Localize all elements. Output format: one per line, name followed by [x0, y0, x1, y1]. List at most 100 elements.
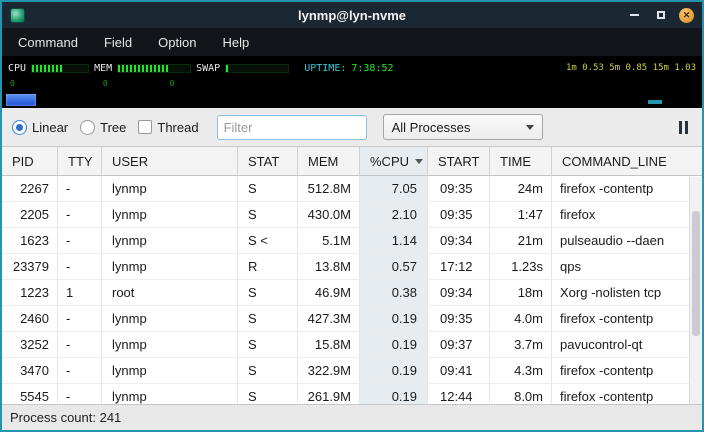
cell-stat: R: [238, 254, 298, 279]
cell-cpu: 0.57: [360, 254, 428, 279]
cell-pid: 23379: [2, 254, 58, 279]
cell-user: lynmp: [102, 358, 238, 383]
header-stat[interactable]: STAT: [238, 147, 298, 175]
cell-tty: -: [58, 176, 102, 201]
cell-user: lynmp: [102, 202, 238, 227]
cell-stat: S: [238, 176, 298, 201]
mem-label: MEM: [94, 63, 112, 74]
table-header: PID TTY USER STAT MEM %CPU START TIME CO…: [2, 146, 702, 176]
cell-mem: 15.8M: [298, 332, 360, 357]
cell-time: 3.7m: [490, 332, 552, 357]
radio-selected-icon: [12, 120, 27, 135]
cell-start: 09:35: [428, 176, 490, 201]
statusbar: Process count: 241: [2, 404, 702, 430]
close-button[interactable]: ✕: [679, 8, 694, 23]
controls-bar: Linear Tree Thread All Processes: [2, 108, 702, 146]
cell-stat: S <: [238, 228, 298, 253]
cell-stat: S: [238, 280, 298, 305]
process-table: PID TTY USER STAT MEM %CPU START TIME CO…: [2, 146, 702, 404]
menu-help[interactable]: Help: [222, 35, 249, 50]
cell-command-line: qps: [552, 254, 702, 279]
scrollbar-thumb[interactable]: [692, 211, 700, 336]
cell-time: 18m: [490, 280, 552, 305]
pause-button[interactable]: [675, 119, 692, 136]
table-row[interactable]: 5545 - lynmp S 261.9M 0.19 12:44 8.0m fi…: [2, 384, 702, 404]
cell-user: lynmp: [102, 254, 238, 279]
cell-mem: 46.9M: [298, 280, 360, 305]
table-row[interactable]: 2267 - lynmp S 512.8M 7.05 09:35 24m fir…: [2, 176, 702, 202]
minimize-button[interactable]: [627, 8, 642, 23]
cell-start: 12:44: [428, 384, 490, 404]
mem-bar: [117, 64, 191, 73]
linear-radio[interactable]: Linear: [12, 120, 68, 135]
table-row[interactable]: 1223 1 root S 46.9M 0.38 09:34 18m Xorg …: [2, 280, 702, 306]
header-mem[interactable]: MEM: [298, 147, 360, 175]
header-start[interactable]: START: [428, 147, 490, 175]
restore-button[interactable]: [653, 8, 668, 23]
header-tty[interactable]: TTY: [58, 147, 102, 175]
swap-bar: [225, 64, 289, 73]
menu-field[interactable]: Field: [104, 35, 132, 50]
cell-mem: 512.8M: [298, 176, 360, 201]
cell-start: 09:34: [428, 280, 490, 305]
titlebar[interactable]: lynmp@lyn-nvme ✕: [2, 2, 702, 28]
tree-radio[interactable]: Tree: [80, 120, 126, 135]
table-row[interactable]: 2205 - lynmp S 430.0M 2.10 09:35 1:47 fi…: [2, 202, 702, 228]
table-row[interactable]: 2460 - lynmp S 427.3M 0.19 09:35 4.0m fi…: [2, 306, 702, 332]
menu-command[interactable]: Command: [18, 35, 78, 50]
process-scope-select[interactable]: All Processes: [383, 114, 543, 140]
thread-label: Thread: [157, 120, 198, 135]
cell-command-line: Xorg -nolisten tcp: [552, 280, 702, 305]
cell-cpu: 7.05: [360, 176, 428, 201]
cell-mem: 427.3M: [298, 306, 360, 331]
table-row[interactable]: 3470 - lynmp S 322.9M 0.19 09:41 4.3m fi…: [2, 358, 702, 384]
header-time[interactable]: TIME: [490, 147, 552, 175]
table-row[interactable]: 3252 - lynmp S 15.8M 0.19 09:37 3.7m pav…: [2, 332, 702, 358]
header-user[interactable]: USER: [102, 147, 238, 175]
load-graph[interactable]: [6, 94, 36, 106]
header-command-line[interactable]: COMMAND_LINE: [552, 147, 702, 175]
cell-pid: 2460: [2, 306, 58, 331]
cell-tty: -: [58, 228, 102, 253]
process-scope-value: All Processes: [392, 120, 471, 135]
filter-input[interactable]: [217, 115, 367, 140]
cell-pid: 2267: [2, 176, 58, 201]
cell-cpu: 0.19: [360, 306, 428, 331]
cell-tty: -: [58, 358, 102, 383]
cell-tty: 1: [58, 280, 102, 305]
cell-time: 4.3m: [490, 358, 552, 383]
tree-label: Tree: [100, 120, 126, 135]
cell-user: lynmp: [102, 228, 238, 253]
window-buttons: ✕: [627, 8, 694, 23]
cpu-bar: [31, 64, 89, 73]
cell-stat: S: [238, 306, 298, 331]
menu-option[interactable]: Option: [158, 35, 196, 50]
cell-cpu: 0.19: [360, 384, 428, 404]
cpu-label: CPU: [8, 63, 26, 74]
cell-start: 09:34: [428, 228, 490, 253]
restore-icon: [657, 11, 665, 19]
cell-user: lynmp: [102, 306, 238, 331]
table-row[interactable]: 1623 - lynmp S < 5.1M 1.14 09:34 21m pul…: [2, 228, 702, 254]
header-cpu[interactable]: %CPU: [360, 147, 428, 175]
cell-command-line: firefox -contentp: [552, 384, 702, 404]
cell-time: 24m: [490, 176, 552, 201]
process-count: Process count: 241: [10, 410, 121, 425]
thread-checkbox[interactable]: Thread: [138, 120, 198, 135]
pause-icon: [679, 121, 682, 134]
cell-mem: 430.0M: [298, 202, 360, 227]
cell-pid: 3252: [2, 332, 58, 357]
cell-start: 09:37: [428, 332, 490, 357]
vertical-scrollbar[interactable]: [689, 177, 702, 404]
radio-icon: [80, 120, 95, 135]
close-icon: ✕: [683, 11, 691, 20]
cell-pid: 2205: [2, 202, 58, 227]
table-row[interactable]: 23379 - lynmp R 13.8M 0.57 17:12 1.23s q…: [2, 254, 702, 280]
header-pid[interactable]: PID: [2, 147, 58, 175]
cell-mem: 13.8M: [298, 254, 360, 279]
cell-command-line: pulseaudio --daen: [552, 228, 702, 253]
cell-command-line: pavucontrol-qt: [552, 332, 702, 357]
cell-pid: 1223: [2, 280, 58, 305]
menubar: Command Field Option Help: [2, 28, 702, 56]
linear-label: Linear: [32, 120, 68, 135]
